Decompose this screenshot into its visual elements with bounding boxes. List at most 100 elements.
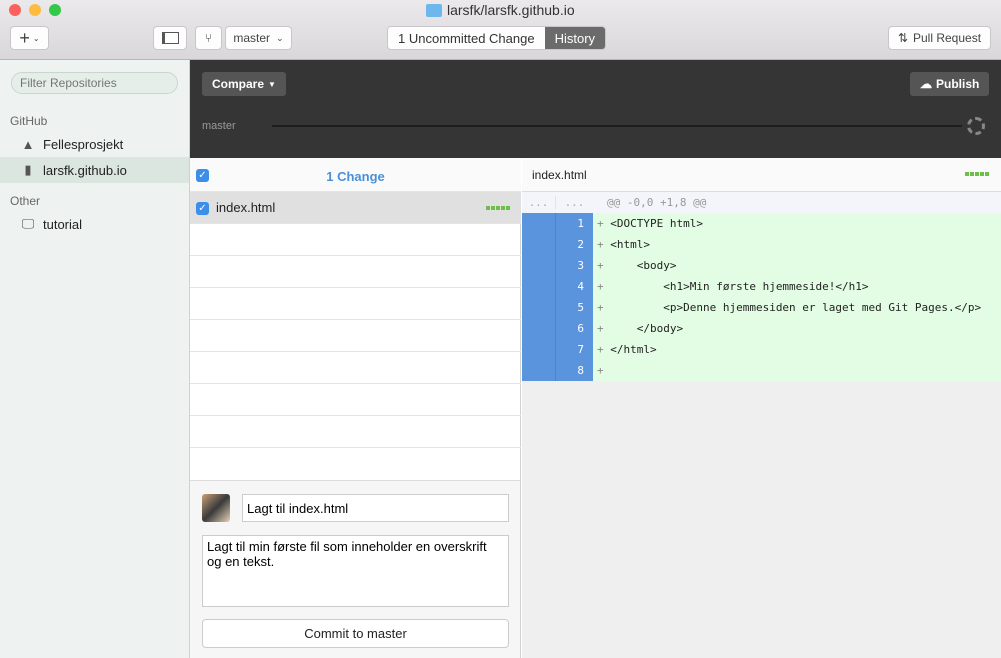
section-other: Other: [10, 194, 41, 208]
changes-list: ✓ 1 Change ✓ index.html: [190, 158, 521, 480]
sidebar-item-tutorial[interactable]: 🖵 tutorial: [0, 211, 189, 237]
diff-lines: 1 + <DOCTYPE html> 2 + <html> 3 + <body> 4 + <h…: [522, 213, 1001, 381]
line-code: + <DOCTYPE html>: [593, 213, 1001, 234]
branch-select[interactable]: master ⌄: [225, 26, 292, 50]
empty-row: [190, 320, 521, 352]
close-button[interactable]: [9, 4, 21, 16]
old-line-number: [522, 297, 556, 318]
plus-icon: +: [19, 27, 30, 48]
empty-row: [190, 416, 521, 448]
sidebar: GitHub ▲Fellesprosjekt ▮larsfk.github.io…: [0, 60, 190, 658]
pull-request-button[interactable]: ⇅ Pull Request: [888, 26, 991, 50]
new-line-number: 5: [556, 297, 593, 318]
diff-line: 7 + </html>: [522, 339, 1001, 360]
commit-area: Lagt til min første fil som inneholder e…: [190, 480, 521, 658]
timeline-line: [272, 125, 962, 127]
diff-line: 1 + <DOCTYPE html>: [522, 213, 1001, 234]
old-line-number: [522, 318, 556, 339]
cloud-upload-icon: ☁: [920, 77, 932, 91]
commit-description-input[interactable]: Lagt til min første fil som inneholder e…: [202, 535, 509, 607]
plus-marker: +: [597, 343, 611, 356]
new-line-number: 1: [556, 213, 593, 234]
compare-button[interactable]: Compare ▼: [202, 72, 286, 96]
old-line-number: [522, 234, 556, 255]
commit-button[interactable]: Commit to master: [202, 619, 509, 648]
minimize-button[interactable]: [29, 4, 41, 16]
diff-line: 3 + <body>: [522, 255, 1001, 276]
tab-history[interactable]: History: [544, 27, 606, 49]
branch-icon: ⑂: [204, 31, 213, 45]
old-line-number: [522, 255, 556, 276]
plus-marker: +: [597, 217, 611, 230]
caret-down-icon: ▼: [268, 79, 276, 89]
sidebar-icon: [161, 32, 179, 44]
window-title: larsfk/larsfk.github.io: [426, 2, 575, 18]
line-code: + <p>Denne hjemmesiden er laget med Git …: [593, 297, 1001, 318]
empty-row: [190, 224, 521, 256]
plus-marker: +: [597, 259, 611, 272]
zoom-button[interactable]: [49, 4, 61, 16]
pull-request-icon: ⇅: [897, 31, 908, 45]
line-code: +: [593, 360, 1001, 381]
chevron-down-icon: ⌄: [276, 32, 284, 43]
diff-line: 4 + <h1>Min første hjemmeside!</h1>: [522, 276, 1001, 297]
diffstat-icon: [486, 206, 510, 210]
repo-icon: ▮: [24, 162, 32, 177]
empty-row: [190, 352, 521, 384]
new-line-number: 3: [556, 255, 593, 276]
old-line-number: [522, 276, 556, 297]
chevron-down-icon: ⌄: [32, 33, 40, 43]
diff-line: 8 +: [522, 360, 1001, 381]
plus-marker: +: [597, 280, 611, 293]
plus-marker: +: [597, 322, 611, 335]
sidebar-item-larsfk-github-io[interactable]: ▮ larsfk.github.io: [0, 157, 189, 183]
empty-row: [190, 288, 521, 320]
plus-marker: +: [597, 238, 611, 251]
old-line-number: [522, 339, 556, 360]
new-line-number: 7: [556, 339, 593, 360]
old-line-number: [522, 213, 556, 234]
avatar: [202, 494, 230, 522]
empty-row: [190, 384, 521, 416]
file-row[interactable]: ✓ index.html: [190, 192, 521, 224]
commit-summary-input[interactable]: [242, 494, 509, 522]
line-code: + <body>: [593, 255, 1001, 276]
new-line-number: 6: [556, 318, 593, 339]
tab-uncommitted-changes[interactable]: 1 Uncommitted Change: [388, 27, 545, 49]
warning-icon: ▲: [21, 136, 35, 152]
sidebar-item-fellesprosjekt[interactable]: ▲ Fellesprosjekt: [0, 131, 189, 157]
plus-marker: +: [597, 301, 611, 314]
new-line-number: 2: [556, 234, 593, 255]
line-code: + <html>: [593, 234, 1001, 255]
diff-file-header: index.html: [522, 158, 1001, 192]
line-code: + </html>: [593, 339, 1001, 360]
diff-line: 5 + <p>Denne hjemmesiden er laget med Git…: [522, 297, 1001, 318]
toggle-sidebar-button[interactable]: [153, 26, 187, 50]
publish-button[interactable]: ☁ Publish: [910, 72, 990, 96]
new-line-number: 4: [556, 276, 593, 297]
empty-row: [190, 256, 521, 288]
line-code: + <h1>Min første hjemmeside!</h1>: [593, 276, 1001, 297]
file-checkbox[interactable]: ✓: [196, 202, 209, 215]
changes-header: ✓ 1 Change: [190, 158, 521, 192]
diffstat-icon: [965, 172, 989, 176]
changes-count: 1 Change: [326, 169, 385, 184]
sync-icon[interactable]: [967, 117, 985, 135]
hunk-header: ... ... @@ -0,0 +1,8 @@: [522, 192, 1001, 213]
timeline-branch-label: master: [202, 120, 236, 132]
title-bar: larsfk/larsfk.github.io + ⌄ ⑂ master ⌄ 1 U…: [0, 0, 1001, 60]
computer-icon: 🖵: [21, 216, 35, 231]
filter-repositories-input[interactable]: [11, 72, 178, 94]
view-switcher: 1 Uncommitted Change History: [387, 26, 607, 50]
add-button[interactable]: + ⌄: [10, 26, 49, 50]
old-line-number: [522, 360, 556, 381]
line-code: + </body>: [593, 318, 1001, 339]
history-header: Compare ▼ ☁ Publish master: [190, 60, 1001, 158]
new-line-number: 8: [556, 360, 593, 381]
diff-line: 2 + <html>: [522, 234, 1001, 255]
new-branch-button[interactable]: ⑂: [195, 26, 222, 50]
plus-marker: +: [597, 364, 611, 377]
folder-icon: [426, 3, 442, 17]
diff-line: 6 + </body>: [522, 318, 1001, 339]
diff-view: index.html ... ... @@ -0,0 +1,8 @@ 1 + <D…: [522, 158, 1001, 658]
